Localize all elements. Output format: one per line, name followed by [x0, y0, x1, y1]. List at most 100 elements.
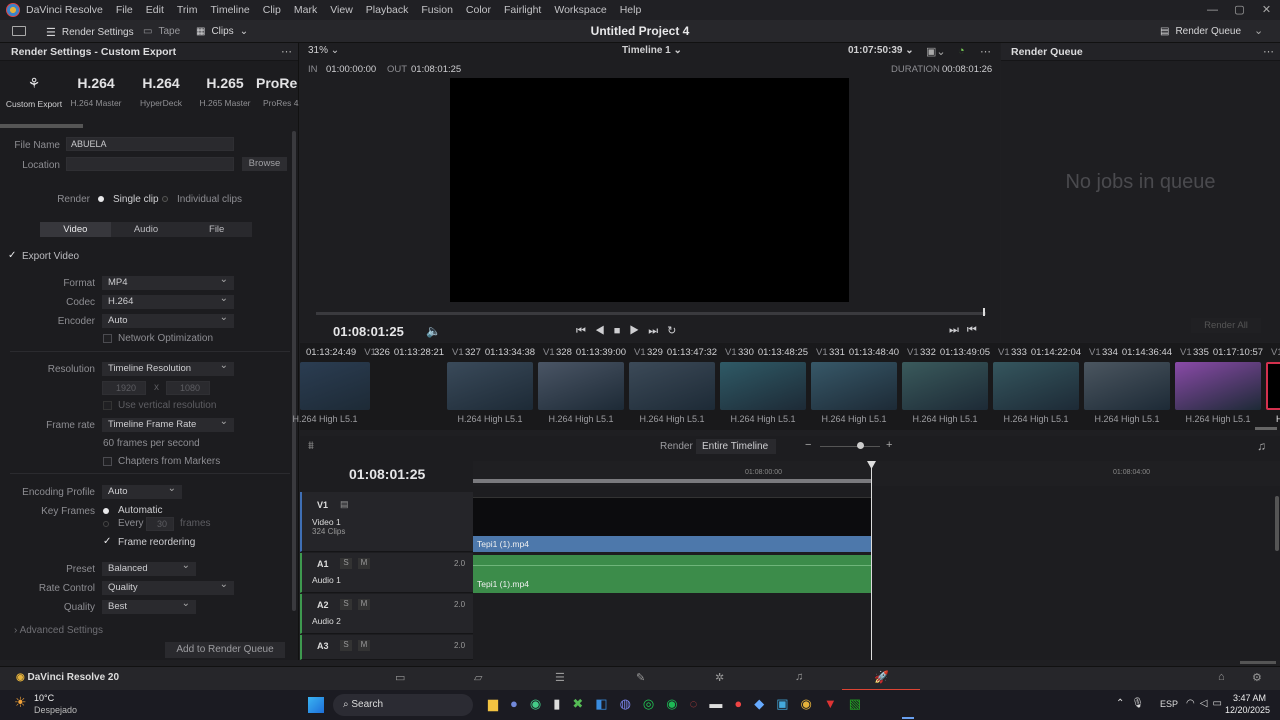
tab-file[interactable]: File	[181, 222, 252, 237]
discord-icon[interactable]: ●	[510, 696, 530, 711]
tab-audio[interactable]: Audio	[111, 222, 182, 237]
clip-thumbnail[interactable]	[538, 362, 624, 410]
zoom-slider[interactable]	[820, 446, 880, 447]
teams-icon[interactable]: ◍	[620, 696, 643, 711]
encoder-select[interactable]: Auto	[102, 311, 234, 328]
excel-icon[interactable]: ▧	[849, 696, 873, 711]
minimize-icon[interactable]: —	[1199, 0, 1226, 20]
timeline-options-icon[interactable]: ⩩	[308, 440, 314, 453]
menu-playback[interactable]: Playback	[366, 4, 409, 16]
clip-thumbnail[interactable]	[993, 362, 1079, 410]
file-name-input[interactable]: ABUELA	[66, 137, 234, 151]
mic-icon[interactable]: 🎙	[1131, 698, 1151, 709]
color-page-icon[interactable]: ✲	[715, 671, 724, 684]
zoom-out-icon[interactable]: −	[805, 439, 811, 451]
track-header-a2[interactable]: A2 S M 2.0 Audio 2	[300, 594, 473, 634]
scrubber-bar[interactable]	[316, 312, 986, 315]
first-frame-icon[interactable]: ⏮	[576, 325, 595, 337]
menu-mark[interactable]: Mark	[294, 4, 317, 16]
individual-clips-radio[interactable]	[162, 196, 168, 202]
timecode-display[interactable]: 01:07:50:39 ⌄	[848, 45, 914, 56]
codec-select[interactable]: H.264	[102, 292, 234, 309]
frame-rate-select[interactable]: Timeline Frame Rate	[102, 415, 234, 432]
timeline-v-scrollbar[interactable]	[1275, 496, 1279, 551]
format-select[interactable]: MP4	[102, 273, 234, 290]
clip-thumbnail[interactable]	[629, 362, 715, 410]
frame-reordering-checkbox[interactable]: ✓	[103, 536, 111, 547]
windows-start-icon[interactable]	[308, 697, 324, 713]
last-frame-icon[interactable]: ⏭	[648, 325, 667, 337]
taskbar-search[interactable]: ⌕ Search	[333, 694, 473, 716]
whatsapp-icon[interactable]: ◎	[643, 696, 666, 711]
single-clip-radio[interactable]	[98, 196, 104, 202]
weather-icon[interactable]: ☀	[14, 694, 27, 711]
home-icon[interactable]: ⌂	[1218, 671, 1225, 683]
maximize-icon[interactable]: ▢	[1226, 0, 1253, 20]
clip-strip-scrollbar[interactable]	[1255, 427, 1277, 430]
encoding-profile-select[interactable]: Auto	[102, 482, 182, 499]
preset-scrollbar[interactable]	[0, 124, 83, 128]
loop-icon[interactable]: ↻	[667, 325, 685, 337]
browse-button[interactable]: Browse	[242, 157, 287, 171]
network-optimization-checkbox[interactable]	[103, 334, 112, 343]
export-video-checkbox[interactable]: ✓	[8, 250, 16, 261]
menu-file[interactable]: File	[116, 4, 133, 16]
terminal-icon[interactable]: ▬	[709, 696, 734, 711]
edit-page-icon[interactable]: ☰	[555, 671, 565, 684]
clip-thumbnail[interactable]	[300, 362, 370, 410]
zoom-select[interactable]: 31% ⌄	[308, 45, 339, 56]
clip-thumbnail[interactable]	[1266, 362, 1280, 410]
viewer-options-icon[interactable]: ⋯	[980, 45, 991, 58]
chevron-up-icon[interactable]: ⌃	[1116, 698, 1131, 709]
mark-in-icon[interactable]: ⏭	[949, 324, 967, 336]
options-icon[interactable]: ⋯	[281, 45, 292, 58]
film-strip-icon[interactable]: ▤	[340, 499, 349, 510]
close-icon[interactable]: ✕	[1253, 0, 1280, 20]
timeline-select[interactable]: Timeline 1 ⌄	[622, 45, 682, 56]
cut-page-icon[interactable]: ▱	[474, 671, 482, 684]
viewer-mode-icon[interactable]: ▣⌄	[926, 45, 946, 58]
audio-clip[interactable]: Tepi1 (1).mp4	[473, 555, 871, 593]
solo-button[interactable]: S	[340, 599, 352, 610]
xbox-icon[interactable]: ✖	[572, 696, 595, 711]
resolution-select[interactable]: Timeline Resolution	[102, 359, 234, 376]
mute-button[interactable]: M	[358, 558, 370, 569]
location-input[interactable]	[66, 157, 234, 171]
scrubber-playhead[interactable]	[983, 308, 985, 316]
solo-button[interactable]: S	[340, 640, 352, 651]
music-note-icon[interactable]: ♫	[1257, 439, 1266, 453]
stop-icon[interactable]: ■	[614, 325, 630, 337]
video-clip-frames[interactable]	[473, 497, 871, 536]
play-reverse-icon[interactable]: ◀	[595, 325, 614, 337]
volume-icon[interactable]: 🔈	[426, 324, 441, 338]
resolve-taskbar-icon[interactable]: ◉	[800, 696, 823, 711]
solo-button[interactable]: S	[340, 558, 352, 569]
menu-workspace[interactable]: Workspace	[554, 4, 606, 16]
menu-help[interactable]: Help	[620, 4, 642, 16]
video-clip[interactable]: Tepi1 (1).mp4	[473, 536, 871, 552]
menu-clip[interactable]: Clip	[263, 4, 281, 16]
chrome-icon[interactable]: ◉	[530, 696, 553, 711]
media-page-icon[interactable]: ▭	[395, 671, 405, 684]
preset-select[interactable]: Balanced	[102, 559, 196, 576]
mute-button[interactable]: M	[358, 599, 370, 610]
outlook-icon[interactable]: ◧	[595, 696, 619, 711]
preset-custom-export[interactable]: ⚘ Custom Export	[4, 75, 64, 109]
chapters-checkbox[interactable]	[103, 457, 112, 466]
automatic-radio[interactable]	[103, 508, 109, 514]
every-radio[interactable]	[103, 521, 109, 527]
render-queue-button[interactable]: ▤ Render Queue	[1160, 26, 1241, 37]
menu-timeline[interactable]: Timeline	[210, 4, 249, 16]
fairlight-page-icon[interactable]: ♫	[795, 671, 803, 683]
preset-h265-master[interactable]: H.265 H.265 Master	[195, 75, 255, 108]
fusion-page-icon[interactable]: ✎	[636, 671, 645, 684]
steam-icon[interactable]: ◆	[754, 696, 776, 711]
advanced-settings-toggle[interactable]: › Advanced Settings	[14, 625, 103, 636]
calculator-icon[interactable]: ▣	[776, 696, 800, 711]
width-input[interactable]: 1920	[102, 381, 146, 395]
deliver-page-icon[interactable]: 🚀	[874, 670, 889, 684]
menu-edit[interactable]: Edit	[146, 4, 164, 16]
add-to-render-queue-button[interactable]: Add to Render Queue	[165, 642, 285, 658]
menu-fairlight[interactable]: Fairlight	[504, 4, 541, 16]
spotify-icon[interactable]: ◉	[666, 696, 689, 711]
